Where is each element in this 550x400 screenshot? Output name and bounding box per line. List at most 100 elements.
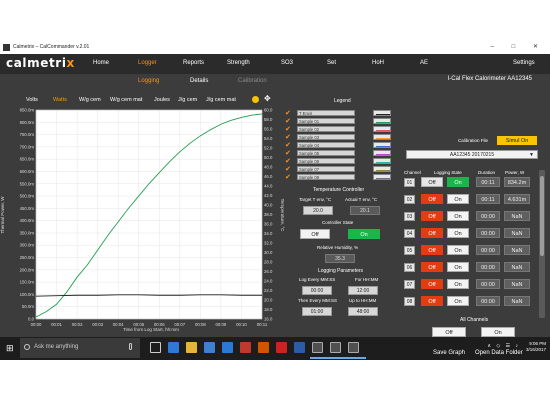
app-icon[interactable] xyxy=(258,342,269,353)
channel-header: Channel xyxy=(404,170,421,175)
y-right-tick-label: 38.0 xyxy=(264,212,273,217)
menu-so3[interactable]: SO3 xyxy=(281,60,293,66)
channel-on-button[interactable]: On xyxy=(447,245,469,255)
channel-on-button[interactable]: On xyxy=(447,177,469,187)
menu-logger[interactable]: Logger xyxy=(138,60,157,66)
file-explorer-icon[interactable] xyxy=(186,342,197,353)
unit-j-g-cem[interactable]: J/g cem xyxy=(178,97,197,103)
log-every-field[interactable]: 00:00 xyxy=(302,286,332,295)
menu-strength[interactable]: Strength xyxy=(227,60,250,66)
channel-off-button[interactable]: Off xyxy=(421,194,443,204)
microphone-icon[interactable] xyxy=(129,343,132,350)
y-tick-label: 600.0m xyxy=(20,169,35,174)
taskbar-clock[interactable]: 9:06 PM 3/16/2017 xyxy=(526,341,546,353)
menu-home[interactable]: Home xyxy=(93,60,109,66)
calibration-file-select[interactable]: AA12345 20170215 ▼ xyxy=(406,150,538,159)
channel-on-button[interactable]: On xyxy=(447,228,469,238)
tab-details[interactable]: Details xyxy=(190,78,208,84)
checkbox-icon[interactable]: ✔ xyxy=(285,165,291,173)
legend-item[interactable]: ✔ T Envir xyxy=(285,110,397,117)
checkbox-icon[interactable]: ✔ xyxy=(285,141,291,149)
channel-off-button[interactable]: Off xyxy=(421,211,443,221)
channel-off-button[interactable]: Off xyxy=(421,177,443,187)
then-every-field[interactable]: 01:00 xyxy=(302,307,332,316)
tab-logging[interactable]: Logging xyxy=(138,78,159,84)
legend-item-label: Sample 08 xyxy=(297,174,355,180)
unit-watts[interactable]: Watts xyxy=(53,97,67,103)
antivirus-icon[interactable] xyxy=(276,342,287,353)
channel-on-button[interactable]: On xyxy=(447,262,469,272)
office-icon[interactable] xyxy=(240,342,251,353)
x-tick-label: 00:10 xyxy=(236,322,247,327)
up-to-field[interactable]: 48:00 xyxy=(348,307,378,316)
menu-hoh[interactable]: HoH xyxy=(372,60,384,66)
calcommander-icon[interactable] xyxy=(330,342,341,353)
checkbox-icon[interactable]: ✔ xyxy=(285,133,291,141)
channel-off-button[interactable]: Off xyxy=(421,262,443,272)
legend-item[interactable]: ✔ Sample 07 xyxy=(285,166,397,173)
channel-on-button[interactable]: On xyxy=(447,296,469,306)
menu-set[interactable]: Set xyxy=(327,60,336,66)
checkbox-icon[interactable]: ✔ xyxy=(285,109,291,117)
tab-calibration[interactable]: Calibration xyxy=(238,78,267,84)
legend-item[interactable]: ✔ Sample 03 xyxy=(285,134,397,141)
store-icon[interactable] xyxy=(204,342,215,353)
windows-start-icon[interactable]: ⊞ xyxy=(6,343,14,354)
legend-item[interactable]: ✔ Sample 08 xyxy=(285,174,397,181)
all-channels-off-button[interactable]: Off xyxy=(432,327,466,337)
channel-off-button[interactable]: Off xyxy=(421,228,443,238)
logging-params-title: Logging Parameters xyxy=(318,268,364,274)
pan-tool-icon[interactable]: ✥ xyxy=(264,94,271,103)
edge-icon[interactable] xyxy=(168,342,179,353)
checkbox-icon[interactable]: ✔ xyxy=(285,149,291,157)
checkbox-icon[interactable]: ✔ xyxy=(285,173,291,181)
unit-joules[interactable]: Joules xyxy=(154,97,170,103)
zoom-tool-icon[interactable] xyxy=(252,96,259,103)
checkbox-icon[interactable]: ✔ xyxy=(285,117,291,125)
calcommander-icon[interactable] xyxy=(312,342,323,353)
channel-duration: 00:00 xyxy=(476,279,500,289)
save-graph-link[interactable]: Save Graph xyxy=(433,350,465,356)
mail-icon[interactable] xyxy=(222,342,233,353)
channel-off-button[interactable]: Off xyxy=(421,296,443,306)
unit-w-g-cem-mat[interactable]: W/g cem mat xyxy=(110,97,142,103)
unit-w-g-cem[interactable]: W/g cem xyxy=(79,97,101,103)
channel-off-button[interactable]: Off xyxy=(421,279,443,289)
channel-on-button[interactable]: On xyxy=(447,211,469,221)
system-tray[interactable]: ∧ ◇ ☰ ♪ xyxy=(487,343,520,349)
legend-item[interactable]: ✔ Sample 04 xyxy=(285,142,397,149)
channel-scrollbar[interactable] xyxy=(539,170,545,318)
checkbox-icon[interactable]: ✔ xyxy=(285,125,291,133)
menu-settings[interactable]: Settings xyxy=(513,60,535,66)
simul-on-button[interactable]: Simul On xyxy=(497,136,537,145)
menu-reports[interactable]: Reports xyxy=(183,60,204,66)
window-controls[interactable]: – □ ✕ xyxy=(491,43,546,50)
legend-item[interactable]: ✔ Sample 06 xyxy=(285,158,397,165)
word-icon[interactable] xyxy=(294,342,305,353)
scrollbar-thumb[interactable] xyxy=(540,176,544,256)
menu-ae[interactable]: AE xyxy=(420,60,428,66)
channel-off-button[interactable]: Off xyxy=(421,245,443,255)
task-view-icon[interactable] xyxy=(150,342,161,353)
calcommander-icon[interactable] xyxy=(348,342,359,353)
channel-on-button[interactable]: On xyxy=(447,279,469,289)
all-channels-on-button[interactable]: On xyxy=(481,327,515,337)
legend-item[interactable]: ✔ Sample 01 xyxy=(285,118,397,125)
checkbox-icon[interactable]: ✔ xyxy=(285,157,291,165)
unit-j-g-cem-mat[interactable]: J/g cem mat xyxy=(206,97,236,103)
unit-volts[interactable]: Volts xyxy=(26,97,38,103)
legend-item[interactable]: ✔ Sample 05 xyxy=(285,150,397,157)
for-field[interactable]: 12:00 xyxy=(348,286,378,295)
legend-swatch xyxy=(373,118,391,124)
y-right-tick-label: 54.0 xyxy=(264,136,273,141)
taskbar-search[interactable]: Ask me anything xyxy=(20,338,140,358)
channel-on-button[interactable]: On xyxy=(447,194,469,204)
channel-number: 04 xyxy=(404,229,415,238)
calibration-file-value: AA12345 20170215 xyxy=(449,152,495,158)
controller-off-button[interactable]: Off xyxy=(300,229,330,239)
target-temp-field[interactable]: 20.0 xyxy=(303,206,333,215)
y-right-tick-label: 34.0 xyxy=(264,231,273,236)
open-data-folder-link[interactable]: Open Data Folder xyxy=(475,350,523,356)
legend-item[interactable]: ✔ Sample 02 xyxy=(285,126,397,133)
controller-on-button[interactable]: On xyxy=(348,229,380,239)
